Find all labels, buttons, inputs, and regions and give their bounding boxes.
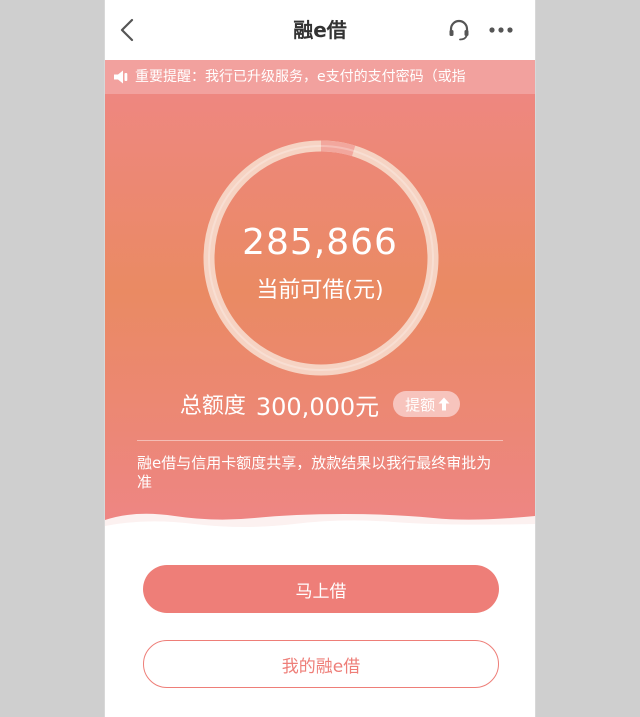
headset-icon — [449, 19, 469, 41]
more-dots-icon — [489, 27, 513, 33]
available-amount: 285,866 — [242, 222, 398, 263]
borrow-now-label: 马上借 — [295, 581, 347, 602]
disclaimer-text: 融e借与信用卡额度共享，放款结果以我行最终审批为准 — [137, 454, 492, 491]
raise-limit-label: 提额 — [405, 395, 436, 414]
available-amount-label: 当前可借(元) — [256, 278, 384, 303]
notice-bar[interactable]: 重要提醒：我行已升级服务，e支付的支付密码（或指 — [105, 60, 535, 94]
total-credit-label: 总额度 — [179, 394, 246, 419]
total-credit-value: 300,000元 — [255, 392, 380, 421]
notice-text: 重要提醒：我行已升级服务，e支付的支付密码（或指 — [135, 69, 466, 85]
arrow-up-icon — [438, 397, 450, 411]
borrow-now-button[interactable]: 马上借 — [143, 565, 499, 613]
my-loans-button[interactable]: 我的融e借 — [143, 640, 499, 688]
total-credit-row: 总额度 300,000元 提额 — [105, 384, 535, 424]
credit-summary-panel: 285,866 当前可借(元) 总额度 300,000元 提额 融e借与信用卡额… — [105, 94, 535, 534]
speaker-icon — [114, 70, 128, 84]
more-button[interactable] — [485, 16, 517, 44]
nav-bar: 融e借 — [105, 0, 535, 60]
divider — [137, 440, 503, 441]
customer-service-button[interactable] — [445, 16, 473, 44]
wave-divider — [105, 513, 535, 546]
phone-screen: 融e借 重要提醒：我行已升级服务，e支付的支付密码（或指 285,866 当前可… — [104, 0, 536, 717]
my-loans-label: 我的融e借 — [281, 656, 361, 677]
raise-limit-button[interactable]: 提额 — [393, 391, 461, 417]
